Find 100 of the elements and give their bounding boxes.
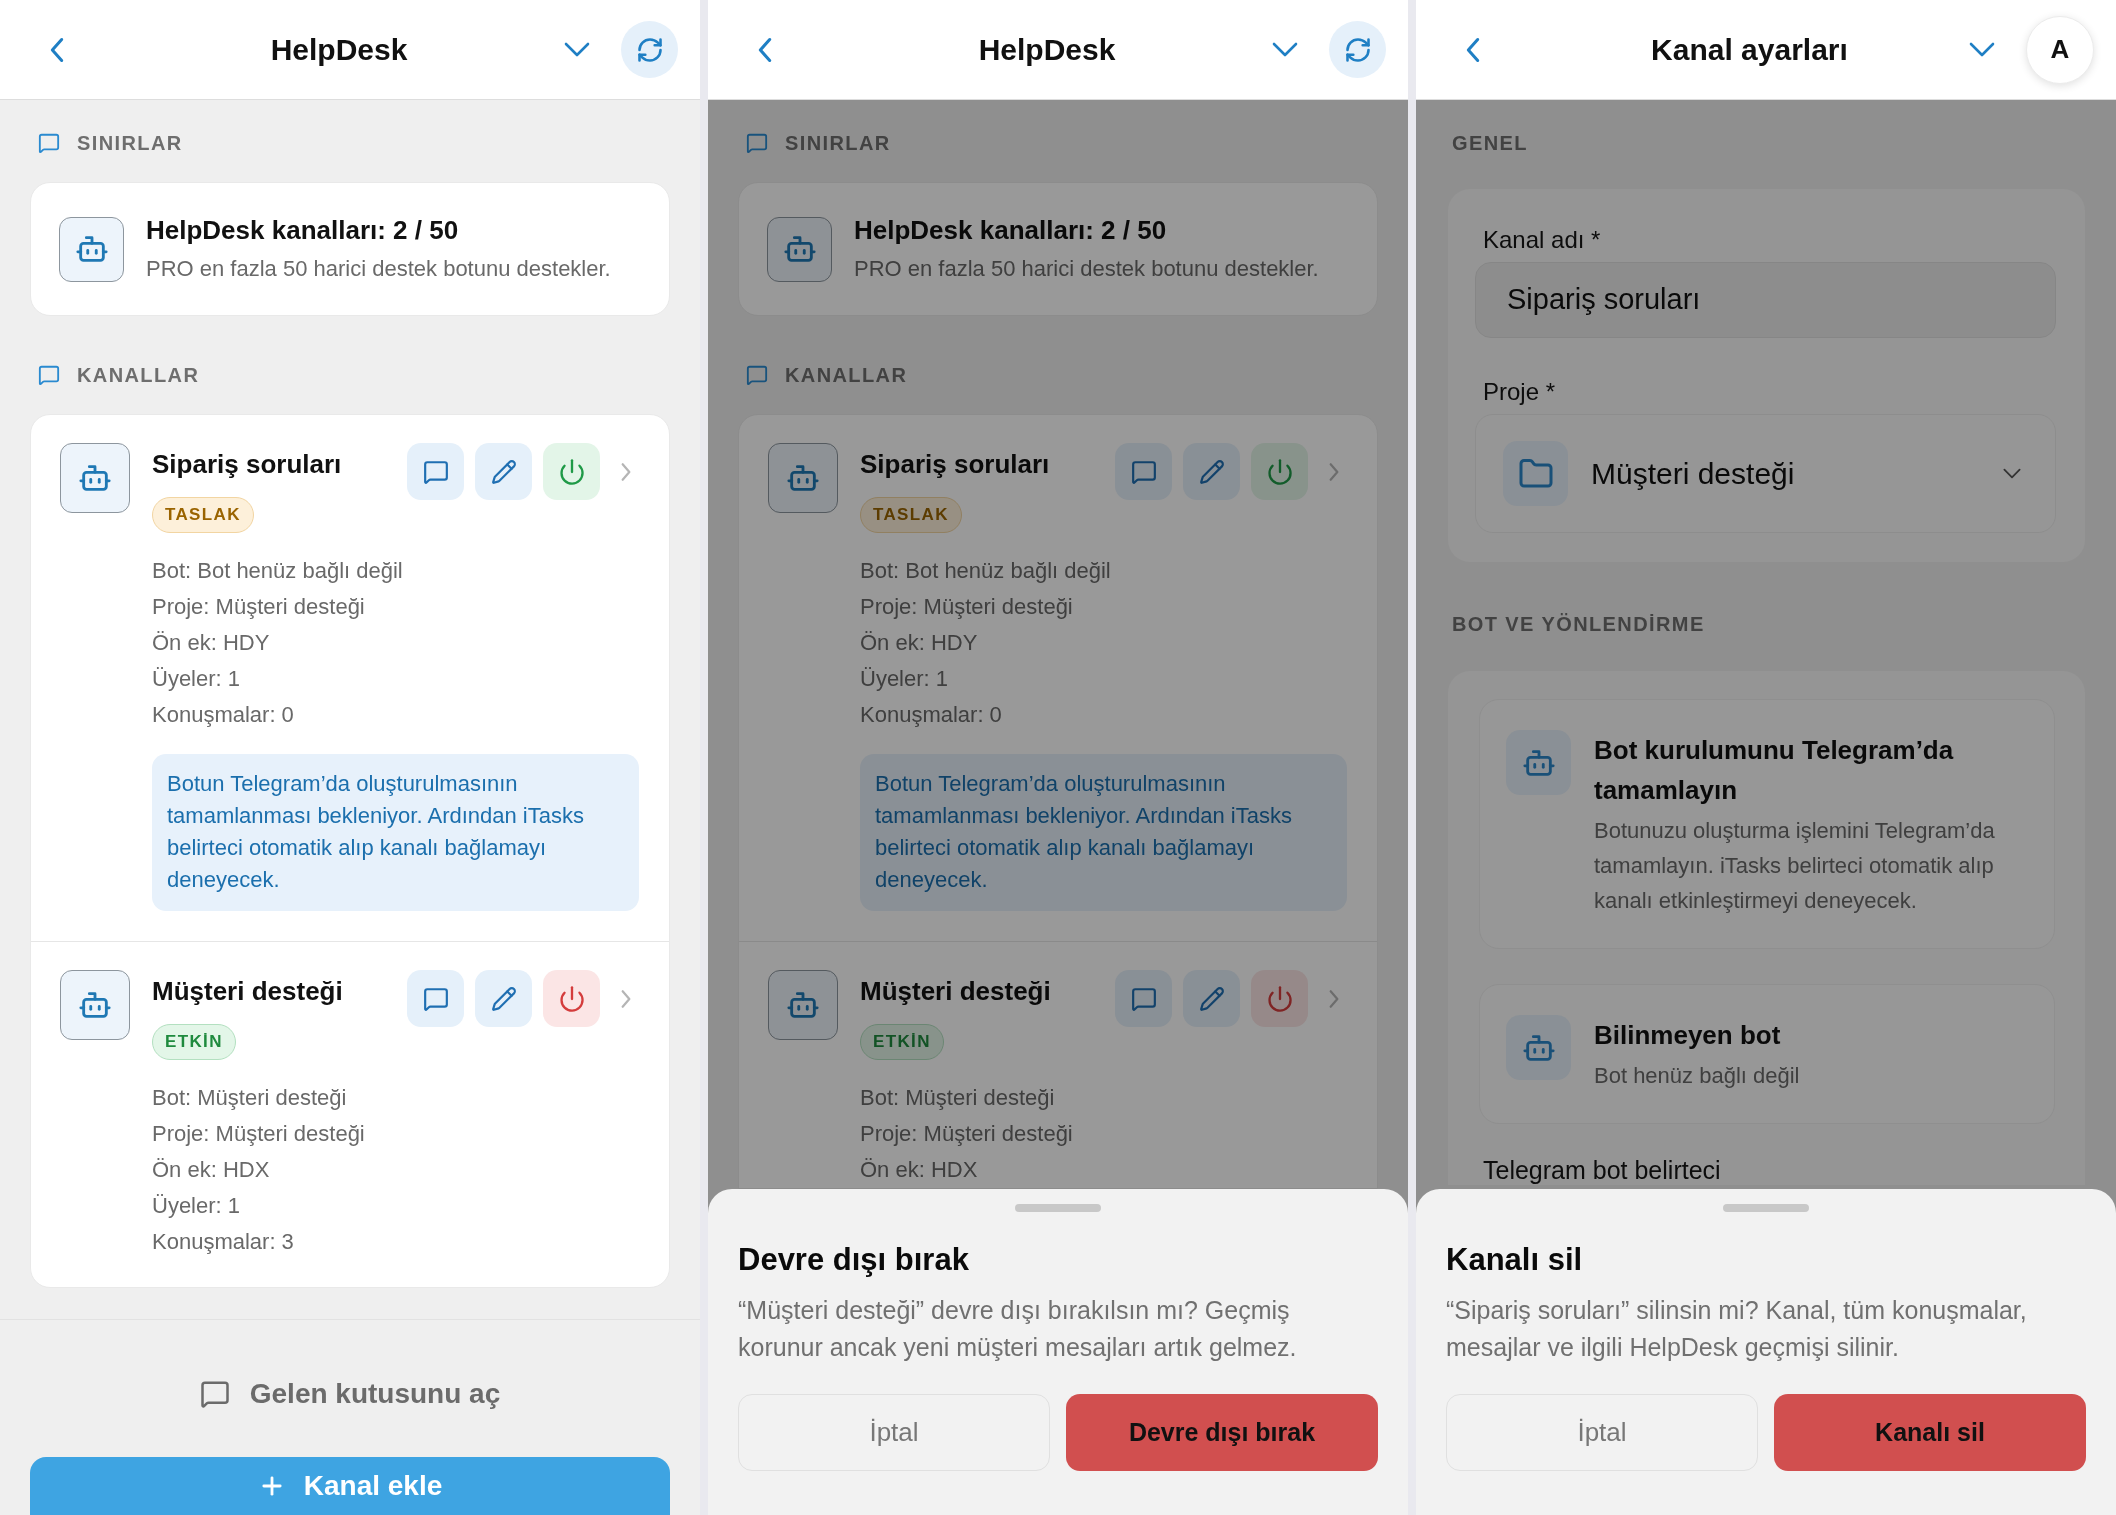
refresh-icon bbox=[635, 35, 664, 64]
detail-text: Bot: Bot henüz bağlı değil bbox=[152, 557, 403, 585]
robot-icon bbox=[1506, 1015, 1571, 1080]
section-label: BOT VE YÖNLENDİRME bbox=[1452, 612, 1705, 636]
messages-button[interactable] bbox=[407, 970, 464, 1027]
detail-text: Konuşmalar: 3 bbox=[152, 1228, 294, 1256]
add-channel-button[interactable]: Kanal ekle bbox=[30, 1457, 670, 1515]
chat-bubble-icon bbox=[422, 458, 449, 485]
chat-bubble-icon bbox=[38, 364, 60, 386]
detail-text: Ön ek: HDX bbox=[860, 1156, 978, 1184]
bot-title: Bilinmeyen bot bbox=[1594, 1019, 1782, 1052]
robot-icon bbox=[60, 970, 130, 1040]
channel-name: Müşteri desteği bbox=[152, 975, 343, 1008]
power-icon bbox=[1265, 984, 1294, 1013]
limit-title: HelpDesk kanalları: 2 / 50 bbox=[854, 214, 1167, 246]
chevron-right-icon bbox=[620, 988, 632, 1009]
limit-description: PRO en fazla 50 harici destek botunu destekler. bbox=[854, 255, 1319, 283]
pencil-icon bbox=[1198, 458, 1225, 485]
pencil-icon bbox=[490, 985, 517, 1012]
chevron-down-icon bbox=[2003, 468, 2021, 479]
power-icon bbox=[1265, 457, 1294, 486]
detail-text: Bot: Bot henüz bağlı değil bbox=[860, 557, 1111, 585]
channel-name: Sipariş soruları bbox=[860, 448, 1050, 481]
power-button[interactable] bbox=[1251, 970, 1308, 1027]
text-input[interactable]: Sipariş soruları bbox=[1475, 262, 2056, 338]
detail-text: Bot: Müşteri desteği bbox=[152, 1084, 347, 1112]
messages-button[interactable] bbox=[1115, 970, 1172, 1027]
bot-title: Bot kurulumunu Telegram’da tamamlayın bbox=[1594, 734, 1955, 807]
edit-button[interactable] bbox=[475, 970, 532, 1027]
detail-text: Proje: Müşteri desteği bbox=[152, 593, 365, 621]
messages-button[interactable] bbox=[407, 443, 464, 500]
power-icon bbox=[557, 984, 586, 1013]
status-badge: TASLAK bbox=[860, 497, 962, 533]
power-button[interactable] bbox=[543, 970, 600, 1027]
chevron-right-icon bbox=[620, 461, 632, 482]
detail-text: Ön ek: HDY bbox=[152, 629, 270, 657]
chat-bubble-icon bbox=[1130, 458, 1157, 485]
field-label: Telegram bot belirteci bbox=[1483, 1155, 1721, 1185]
channel-name: Sipariş soruları bbox=[152, 448, 342, 481]
drag-handle[interactable] bbox=[1015, 1204, 1101, 1212]
power-button[interactable] bbox=[1251, 443, 1308, 500]
chat-bubble-icon bbox=[199, 1379, 230, 1409]
detail-text: Üyeler: 1 bbox=[860, 665, 949, 693]
cancel-button[interactable]: İptal bbox=[1446, 1394, 1758, 1471]
sheet-title: Devre dışı bırak bbox=[738, 1241, 969, 1279]
detail-text: Ön ek: HDY bbox=[860, 629, 978, 657]
project-select[interactable]: Müşteri desteği bbox=[1475, 414, 2056, 533]
screen-title: HelpDesk bbox=[270, 31, 408, 68]
screen-title: HelpDesk bbox=[978, 31, 1116, 68]
chevron-down-icon[interactable] bbox=[1969, 42, 1995, 57]
section-label: SINIRLAR bbox=[77, 131, 183, 155]
status-badge: ETKİN bbox=[152, 1024, 236, 1060]
confirm-button[interactable]: Kanalı sil bbox=[1774, 1394, 2086, 1471]
back-icon[interactable] bbox=[50, 36, 64, 63]
chevron-right-icon bbox=[1328, 988, 1340, 1009]
user-avatar[interactable]: A bbox=[2026, 15, 2094, 84]
chat-bubble-icon bbox=[38, 132, 60, 154]
chat-bubble-icon bbox=[422, 985, 449, 1012]
robot-icon bbox=[768, 970, 838, 1040]
robot-icon bbox=[767, 216, 832, 282]
folder-icon bbox=[1503, 441, 1568, 506]
chat-bubble-icon bbox=[746, 364, 768, 386]
edit-button[interactable] bbox=[1183, 443, 1240, 500]
chevron-down-icon[interactable] bbox=[564, 42, 590, 57]
messages-button[interactable] bbox=[1115, 443, 1172, 500]
detail-text: Üyeler: 1 bbox=[152, 1192, 241, 1220]
detail-text: Üyeler: 1 bbox=[152, 665, 241, 693]
screen-title: Kanal ayarları bbox=[1651, 31, 1848, 68]
chat-bubble-icon bbox=[746, 132, 768, 154]
robot-icon bbox=[59, 216, 124, 282]
power-button[interactable] bbox=[543, 443, 600, 500]
limit-title: HelpDesk kanalları: 2 / 50 bbox=[146, 214, 459, 246]
channel-name: Müşteri desteği bbox=[860, 975, 1051, 1008]
edit-button[interactable] bbox=[475, 443, 532, 500]
power-icon bbox=[557, 457, 586, 486]
waiting-notice: Botun Telegram’da oluşturulmasının tamamlanması bekleniyor. Ardından iTasks belirteci otomatik alıp kanalı bağlamayı deneyecek. bbox=[152, 754, 639, 911]
edit-button[interactable] bbox=[1183, 970, 1240, 1027]
bot-description: Bot henüz bağlı değil bbox=[1594, 1062, 1801, 1090]
chat-bubble-icon bbox=[1130, 985, 1157, 1012]
sheet-message: “Sipariş soruları” silinsin mi? Kanal, tüm konuşmalar, mesajlar ve ilgili HelpDesk geçmişi silinir. bbox=[1446, 1295, 2028, 1363]
section-label: KANALLAR bbox=[785, 363, 908, 387]
sheet-message: “Müşteri desteği” devre dışı bırakılsın mı? Geçmiş korunur ancak yeni müşteri mesajları artık gelmez. bbox=[738, 1295, 1298, 1363]
open-inbox-button[interactable]: Gelen kutusunu aç bbox=[199, 1364, 501, 1424]
drag-handle[interactable] bbox=[1723, 1204, 1809, 1212]
pencil-icon bbox=[490, 458, 517, 485]
field-label: Kanal adı * bbox=[1483, 225, 1601, 255]
section-label: SINIRLAR bbox=[785, 131, 891, 155]
cancel-button[interactable]: İptal bbox=[738, 1394, 1050, 1471]
back-icon[interactable] bbox=[1466, 36, 1480, 63]
pencil-icon bbox=[1198, 985, 1225, 1012]
detail-text: Proje: Müşteri desteği bbox=[860, 1120, 1073, 1148]
refresh-icon bbox=[1343, 35, 1372, 64]
status-badge: TASLAK bbox=[152, 497, 254, 533]
robot-icon bbox=[768, 443, 838, 513]
confirm-button[interactable]: Devre dışı bırak bbox=[1066, 1394, 1378, 1471]
chevron-down-icon[interactable] bbox=[1272, 42, 1298, 57]
detail-text: Ön ek: HDX bbox=[152, 1156, 270, 1184]
back-icon[interactable] bbox=[758, 36, 772, 63]
bot-description: Botunuzu oluşturma işlemini Telegram’da tamamlayın. iTasks belirteci otomatik alıp kanalı etkinleştirmeyi deneyecek. bbox=[1594, 817, 1996, 915]
robot-icon bbox=[60, 443, 130, 513]
